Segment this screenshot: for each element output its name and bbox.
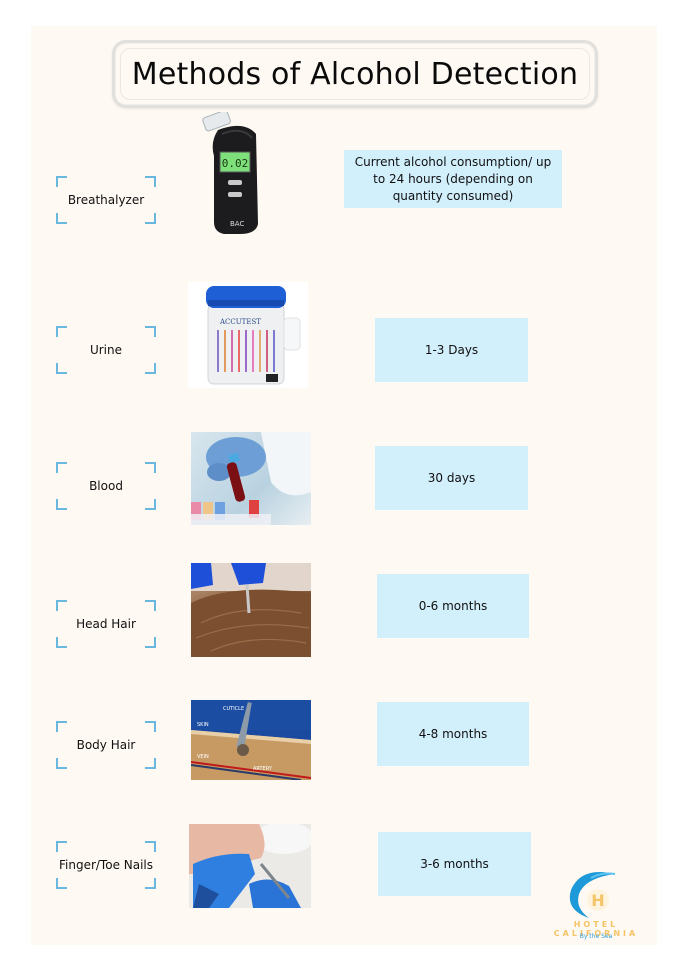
head-hair-image: [191, 563, 311, 657]
hotel-california-logo: H HOTEL CALIFORNIA By the Sea: [531, 868, 661, 948]
method-label-body-hair: Body Hair: [56, 721, 156, 769]
svg-text:0.02: 0.02: [222, 157, 249, 170]
method-label-nails: Finger/Toe Nails: [56, 841, 156, 889]
logo-mark-icon: H: [569, 872, 616, 918]
method-label-blood: Blood: [56, 462, 156, 510]
svg-text:SKIN: SKIN: [197, 722, 209, 728]
svg-text:ARTERY: ARTERY: [253, 766, 273, 772]
detection-window-breathalyzer: Current alcohol consumption/ up to 24 ho…: [344, 150, 562, 208]
breathalyzer-image: 0.02 BAC: [196, 112, 276, 237]
page-title: Methods of Alcohol Detection: [131, 57, 579, 92]
title-banner: Methods of Alcohol Detection: [112, 40, 598, 108]
method-label-breathalyzer: Breathalyzer: [56, 176, 156, 224]
detection-window-urine: 1-3 Days: [375, 318, 528, 382]
detection-window-head-hair: 0-6 months: [377, 574, 529, 638]
blood-sample-image: [191, 432, 311, 525]
method-label-head-hair: Head Hair: [56, 600, 156, 648]
infographic-page: Methods of Alcohol Detection Breathalyze…: [31, 26, 657, 945]
logo-tagline: By the Sea: [579, 933, 613, 940]
svg-text:VEIN: VEIN: [197, 754, 209, 760]
hair-follicle-diagram-image: CUTICLE SKIN VEIN ARTERY: [191, 700, 311, 780]
svg-text:ACCUTEST: ACCUTEST: [219, 318, 261, 326]
svg-text:H: H: [591, 891, 604, 910]
detection-window-nails: 3-6 months: [378, 832, 531, 896]
method-label-urine: Urine: [56, 326, 156, 374]
svg-text:BAC: BAC: [230, 220, 244, 228]
svg-text:CUTICLE: CUTICLE: [223, 706, 244, 712]
nail-clipping-image: [189, 824, 311, 908]
detection-window-body-hair: 4-8 months: [377, 702, 529, 766]
detection-window-blood: 30 days: [375, 446, 528, 510]
urine-cup-image: ACCUTEST: [188, 282, 308, 388]
